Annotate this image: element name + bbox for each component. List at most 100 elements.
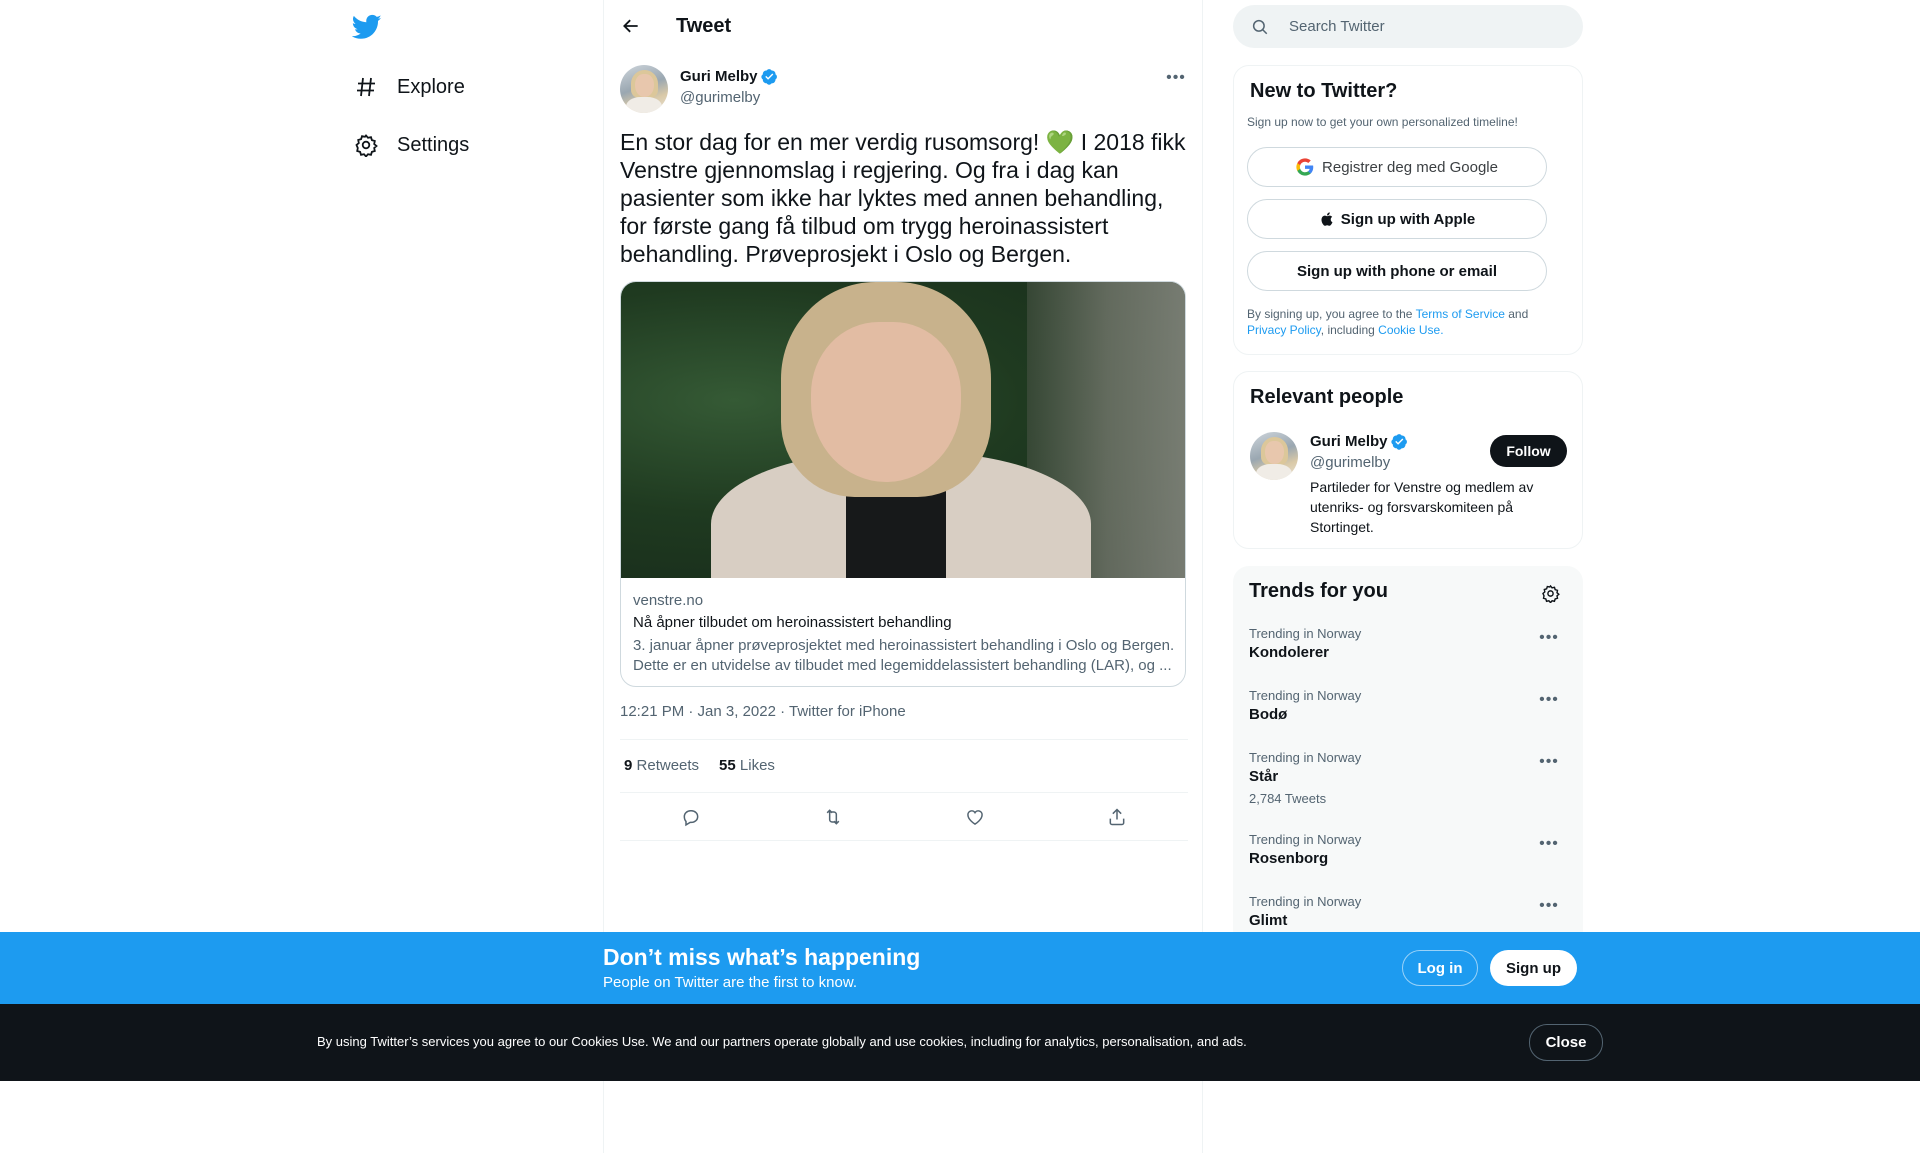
- trend-item[interactable]: Trending in Norway Kondolerer: [1249, 626, 1569, 661]
- trend-name: Glimt: [1249, 912, 1288, 929]
- more-options-icon[interactable]: •••: [1537, 894, 1561, 918]
- retweets-label: Retweets: [636, 757, 700, 774]
- likes-count: 55: [719, 757, 736, 774]
- card-description: 3. januar åpner prøveprosjektet med hero…: [633, 637, 1175, 674]
- hashtag-icon: [352, 73, 380, 101]
- search-input[interactable]: [1289, 5, 1569, 48]
- person-avatar[interactable]: [1250, 432, 1298, 480]
- apple-icon: [1321, 212, 1333, 226]
- nav-item-explore[interactable]: Explore: [352, 67, 465, 107]
- trends-panel: Trends for you Trending in Norway Kondol…: [1233, 566, 1583, 946]
- phone-email-signup-button[interactable]: Sign up with phone or email: [1247, 251, 1547, 291]
- page-header: Tweet: [604, 0, 1204, 53]
- search-icon: [1252, 19, 1268, 35]
- more-options-icon[interactable]: •••: [1537, 832, 1561, 856]
- trend-context: Trending in Norway: [1249, 688, 1362, 703]
- trend-name: Rosenborg: [1249, 850, 1329, 867]
- link-preview-card[interactable]: venstre.no Nå åpner tilbudet om heroinas…: [620, 281, 1186, 687]
- terms-including: , including: [1320, 323, 1379, 337]
- apple-signup-button[interactable]: Sign up with Apple: [1247, 199, 1547, 239]
- trend-name: Kondolerer: [1249, 644, 1330, 661]
- nav-item-label: Settings: [397, 133, 470, 156]
- login-button[interactable]: Log in: [1402, 950, 1478, 986]
- panel-subtitle: Sign up now to get your own personalized…: [1247, 115, 1518, 129]
- tweet-stats: 9 Retweets 55 Likes: [624, 757, 775, 774]
- cookie-use-link[interactable]: Cookie Use.: [1378, 323, 1443, 337]
- trend-item[interactable]: Trending in Norway Bodø: [1249, 688, 1569, 723]
- nav-item-settings[interactable]: Settings: [352, 125, 469, 165]
- author-name[interactable]: Guri Melby: [680, 68, 778, 85]
- new-to-twitter-panel: New to Twitter? Sign up now to get your …: [1233, 65, 1583, 355]
- tweet-text: En stor dag for en mer verdig rusomsorg!…: [620, 129, 1186, 267]
- back-arrow-icon[interactable]: [618, 13, 644, 39]
- person-name[interactable]: Guri Melby: [1310, 433, 1408, 450]
- trend-name: Står: [1249, 768, 1279, 785]
- divider: [620, 739, 1188, 740]
- terms-and: and: [1504, 307, 1529, 321]
- trend-item[interactable]: Trending in Norway Glimt: [1249, 894, 1569, 929]
- verified-badge-icon: [1390, 434, 1407, 450]
- cookie-close-button[interactable]: Close: [1529, 1024, 1603, 1061]
- trend-tweet-count: 2,784 Tweets: [1249, 791, 1327, 806]
- search-bar[interactable]: [1233, 5, 1583, 48]
- page-title: Tweet: [676, 15, 732, 37]
- nav-item-label: Explore: [397, 75, 465, 98]
- terms-of-service-link[interactable]: Terms of Service: [1416, 307, 1505, 321]
- card-body: venstre.no Nå åpner tilbudet om heroinas…: [621, 578, 1185, 686]
- retweets-count: 9: [624, 757, 633, 774]
- trends-settings-gear-icon[interactable]: [1537, 580, 1563, 606]
- person-name-text: Guri Melby: [1310, 433, 1388, 450]
- cookie-banner: By using Twitter’s services you agree to…: [0, 1004, 1920, 1081]
- likes-stat[interactable]: 55 Likes: [719, 757, 775, 774]
- person-bio: Partileder for Venstre og medlem av uten…: [1310, 479, 1534, 535]
- signup-banner-title: Don’t miss what’s happening: [603, 944, 921, 970]
- google-signup-button[interactable]: Registrer deg med Google: [1247, 147, 1547, 187]
- retweet-icon[interactable]: [816, 800, 850, 834]
- divider: [620, 792, 1188, 793]
- trend-context: Trending in Norway: [1249, 626, 1362, 641]
- more-options-icon[interactable]: •••: [1537, 626, 1561, 650]
- trend-name: Bodø: [1249, 706, 1288, 723]
- share-icon[interactable]: [1100, 800, 1134, 834]
- phone-button-label: Sign up with phone or email: [1296, 262, 1497, 280]
- privacy-policy-link[interactable]: Privacy Policy: [1247, 323, 1321, 337]
- trend-context: Trending in Norway: [1249, 832, 1362, 847]
- card-image: [621, 282, 1185, 578]
- follow-button[interactable]: Follow: [1490, 435, 1567, 467]
- signup-banner: Don’t miss what’s happening People on Tw…: [0, 932, 1920, 1004]
- tweet-timestamp[interactable]: 12:21 PM · Jan 3, 2022 · Twitter for iPh…: [620, 703, 906, 720]
- google-button-label: Registrer deg med Google: [1322, 158, 1498, 176]
- trend-item[interactable]: Trending in Norway Står 2,784 Tweets: [1249, 750, 1569, 806]
- reply-icon[interactable]: [674, 800, 708, 834]
- gear-icon: [352, 131, 380, 159]
- trend-item[interactable]: Trending in Norway Rosenborg: [1249, 832, 1569, 867]
- author-name-text: Guri Melby: [680, 68, 758, 85]
- signup-button[interactable]: Sign up: [1490, 950, 1577, 986]
- trend-context: Trending in Norway: [1249, 750, 1362, 765]
- twitter-bird-icon[interactable]: [351, 12, 382, 42]
- panel-title: Trends for you: [1249, 580, 1388, 602]
- person-handle[interactable]: @gurimelby: [1310, 454, 1390, 471]
- more-options-icon[interactable]: •••: [1537, 750, 1561, 774]
- google-icon: [1296, 158, 1314, 176]
- more-options-icon[interactable]: •••: [1164, 66, 1188, 90]
- signup-banner-subtitle: People on Twitter are the first to know.: [603, 974, 858, 991]
- more-options-icon[interactable]: •••: [1537, 688, 1561, 712]
- like-heart-icon[interactable]: [958, 800, 992, 834]
- card-title: Nå åpner tilbudet om heroinassistert beh…: [633, 614, 952, 631]
- verified-badge-icon: [760, 69, 777, 85]
- retweets-stat[interactable]: 9 Retweets: [624, 757, 699, 774]
- cookie-notice-text: By using Twitter’s services you agree to…: [317, 1034, 1247, 1049]
- terms-notice: By signing up, you agree to the Terms of…: [1247, 306, 1567, 338]
- terms-prefix: By signing up, you agree to the: [1247, 307, 1416, 321]
- author-avatar[interactable]: [620, 65, 668, 113]
- trend-context: Trending in Norway: [1249, 894, 1362, 909]
- card-domain: venstre.no: [633, 592, 704, 609]
- tweet-actions: [620, 800, 1188, 834]
- likes-label: Likes: [739, 757, 775, 774]
- apple-button-label: Sign up with Apple: [1340, 210, 1476, 228]
- relevant-people-panel: Relevant people Guri Melby @gurimelby Fo…: [1233, 371, 1583, 549]
- panel-title: New to Twitter?: [1250, 80, 1398, 102]
- divider: [620, 840, 1188, 841]
- author-handle[interactable]: @gurimelby: [680, 89, 760, 106]
